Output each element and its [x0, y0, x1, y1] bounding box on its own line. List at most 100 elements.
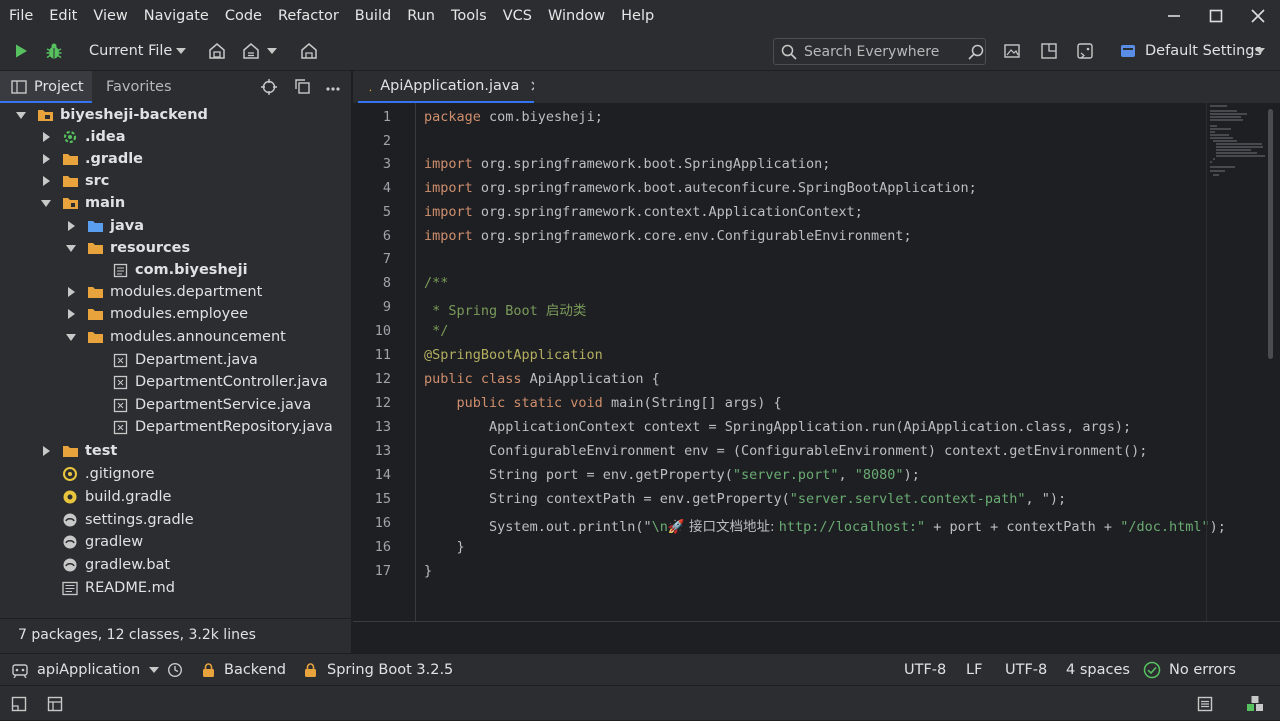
- expand-arrow-icon[interactable]: [39, 199, 53, 207]
- menu-edit[interactable]: Edit: [41, 0, 85, 32]
- collapse-arrow-icon[interactable]: [39, 446, 53, 456]
- layout-button[interactable]: [1037, 38, 1061, 64]
- tree-item[interactable]: src: [0, 170, 350, 192]
- tree-item[interactable]: .idea: [0, 126, 350, 148]
- tree-item-label: resources: [110, 240, 191, 256]
- terminal-button[interactable]: [1073, 38, 1097, 64]
- minimize-button[interactable]: [1153, 0, 1195, 32]
- locate-file-button[interactable]: [261, 71, 281, 103]
- line-number: 8: [382, 275, 391, 291]
- gradle-file-icon: [61, 557, 79, 573]
- module-label: Backend: [224, 662, 287, 678]
- java-folder-icon: [86, 218, 104, 234]
- tree-item[interactable]: modules.department: [0, 281, 350, 303]
- tree-item[interactable]: README.md: [0, 577, 350, 599]
- tree-item[interactable]: modules.employee: [0, 303, 350, 325]
- history-button[interactable]: [167, 654, 183, 686]
- tree-item-label: java: [110, 218, 144, 234]
- menu-help[interactable]: Help: [613, 0, 662, 32]
- file-encoding-secondary[interactable]: UTF-8: [1005, 654, 1047, 686]
- tree-item[interactable]: biyesheji-backend: [0, 104, 350, 126]
- tree-item[interactable]: .gitignore: [0, 463, 350, 485]
- database-button[interactable]: [1197, 686, 1213, 721]
- module-indicator[interactable]: Backend: [201, 654, 286, 686]
- tab-project[interactable]: Project: [0, 71, 92, 103]
- menu-build[interactable]: Build: [347, 0, 399, 32]
- framework-indicator[interactable]: Spring Boot 3.2.5: [303, 654, 453, 686]
- collapse-arrow-icon[interactable]: [39, 154, 53, 164]
- indent-setting[interactable]: 4 spaces: [1066, 654, 1130, 686]
- tab-favorites[interactable]: Favorites: [106, 71, 172, 103]
- menu-navigate[interactable]: Navigate: [136, 0, 217, 32]
- code-token: ,: [838, 467, 855, 483]
- minimap[interactable]: [1206, 103, 1268, 621]
- expand-arrow-icon[interactable]: [64, 244, 78, 252]
- menu-view[interactable]: View: [85, 0, 135, 32]
- menu-code[interactable]: Code: [217, 0, 270, 32]
- toggle-panels-button[interactable]: [11, 686, 27, 721]
- tree-item[interactable]: DepartmentService.java: [0, 394, 350, 416]
- menu-refactor[interactable]: Refactor: [270, 0, 347, 32]
- code-token: String contextPath = env.getProperty(: [424, 491, 790, 507]
- settings-label: Default Settings: [1145, 43, 1263, 59]
- tree-item[interactable]: .gradle: [0, 148, 350, 170]
- tree-item[interactable]: modules.announcement: [0, 326, 350, 348]
- services-button[interactable]: [1246, 686, 1264, 721]
- markdown-file-icon: [61, 580, 79, 596]
- settings-dropdown[interactable]: Default Settings: [1113, 38, 1273, 64]
- build-menu-button[interactable]: [242, 38, 282, 64]
- tree-item[interactable]: DepartmentController.java: [0, 371, 350, 393]
- collapse-arrow-icon[interactable]: [64, 309, 78, 319]
- run-target-label: apiApplication: [37, 662, 141, 678]
- expand-arrow-icon[interactable]: [14, 111, 28, 119]
- tree-item[interactable]: resources: [0, 237, 350, 259]
- code-line: String contextPath = env.getProperty("se…: [424, 491, 1066, 507]
- search-input[interactable]: [804, 43, 954, 60]
- line-separator[interactable]: LF: [966, 654, 982, 686]
- search-everywhere-box[interactable]: [773, 38, 986, 65]
- build-button[interactable]: [206, 38, 228, 64]
- gitignore-icon: [61, 466, 79, 482]
- collapse-arrow-icon[interactable]: [64, 221, 78, 231]
- collapse-arrow-icon[interactable]: [39, 176, 53, 186]
- tree-item[interactable]: build.gradle: [0, 486, 350, 508]
- menu-tools[interactable]: Tools: [443, 0, 495, 32]
- code-token: 🚀 接口文档地址:: [667, 519, 779, 535]
- maximize-button[interactable]: [1195, 0, 1237, 32]
- structure-button[interactable]: [47, 686, 63, 721]
- tree-item[interactable]: com.biyesheji: [0, 259, 350, 281]
- tree-item-label: settings.gradle: [85, 512, 194, 528]
- collapse-arrow-icon[interactable]: [64, 287, 78, 297]
- tree-item[interactable]: test: [0, 440, 350, 462]
- search-icon[interactable]: [968, 44, 984, 60]
- expand-arrow-icon[interactable]: [64, 333, 78, 341]
- code-token: org.springframework.boot.SpringApplicati…: [480, 156, 831, 172]
- tree-item[interactable]: DepartmentRepository.java: [0, 416, 350, 438]
- collapse-arrow-icon[interactable]: [39, 132, 53, 142]
- inspection-status[interactable]: No errors: [1143, 654, 1236, 686]
- tree-item[interactable]: Department.java: [0, 349, 350, 371]
- run-target-selector[interactable]: apiApplication: [12, 654, 160, 686]
- tree-item[interactable]: java: [0, 215, 350, 237]
- menu-items: File Edit View Navigate Code Refactor Build Run…: [0, 0, 662, 32]
- run-config-dropdown[interactable]: Current File: [80, 38, 192, 64]
- menu-file[interactable]: File: [0, 0, 41, 32]
- run-button[interactable]: [10, 38, 32, 64]
- close-window-button[interactable]: [1237, 0, 1279, 32]
- tree-item[interactable]: main: [0, 192, 350, 214]
- more-options-button[interactable]: [326, 71, 342, 103]
- vertical-scrollbar[interactable]: [1268, 109, 1273, 359]
- tab-api-application[interactable]: ApiApplication.java: [358, 71, 534, 103]
- menu-run[interactable]: Run: [399, 0, 443, 32]
- menu-vcs[interactable]: VCS: [495, 0, 540, 32]
- project-structure-button[interactable]: [298, 38, 320, 64]
- collapse-all-button[interactable]: [295, 71, 315, 103]
- tree-item[interactable]: settings.gradle: [0, 509, 350, 531]
- close-tab-icon[interactable]: [531, 81, 534, 91]
- tree-item[interactable]: gradlew: [0, 531, 350, 553]
- tree-item[interactable]: gradlew.bat: [0, 554, 350, 576]
- file-encoding[interactable]: UTF-8: [904, 654, 946, 686]
- vcs-update-button[interactable]: [1000, 38, 1024, 64]
- menu-window[interactable]: Window: [540, 0, 613, 32]
- debug-button[interactable]: [42, 38, 66, 64]
